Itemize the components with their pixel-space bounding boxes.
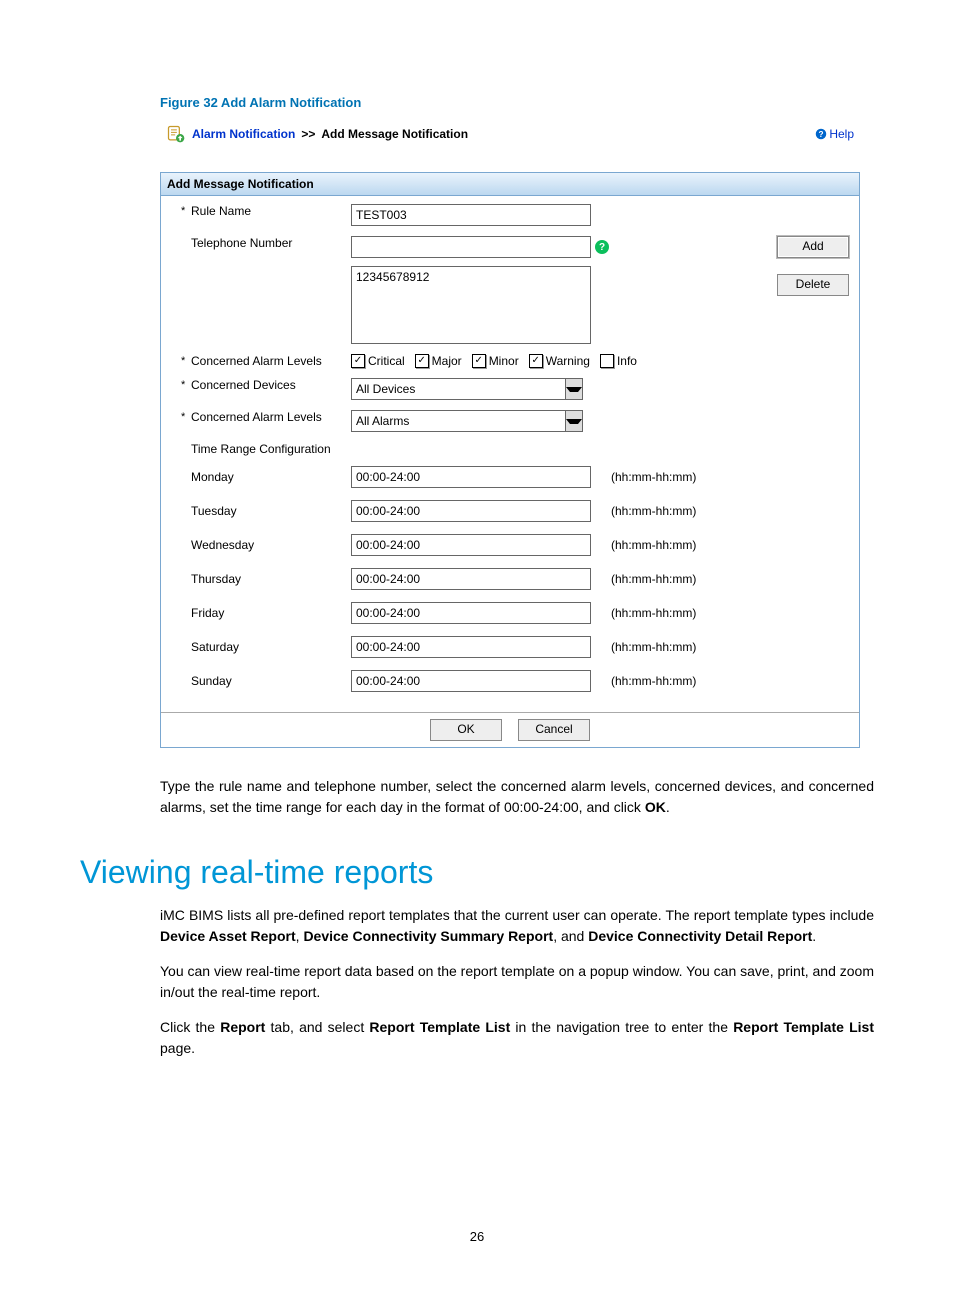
cancel-button[interactable]: Cancel (518, 719, 590, 741)
time-input[interactable] (351, 568, 591, 590)
time-row: Thursday (hh:mm-hh:mm) (171, 568, 849, 590)
time-format-hint: (hh:mm-hh:mm) (611, 606, 696, 620)
rule-name-input[interactable] (351, 204, 591, 226)
alarm-level-option[interactable]: ✓Critical (351, 354, 405, 368)
alarms-value: All Alarms (352, 414, 565, 428)
breadcrumb-separator: >> (301, 127, 315, 141)
day-label: Saturday (191, 640, 239, 654)
alarm-level-label: Critical (368, 354, 405, 368)
day-label: Tuesday (191, 504, 237, 518)
telephone-listbox[interactable]: 12345678912 (351, 266, 591, 344)
page-number: 26 (80, 1229, 874, 1244)
time-format-hint: (hh:mm-hh:mm) (611, 504, 696, 518)
time-format-hint: (hh:mm-hh:mm) (611, 674, 696, 688)
time-input[interactable] (351, 534, 591, 556)
checkbox-icon[interactable]: ✓ (529, 354, 543, 368)
checkbox-icon[interactable] (600, 354, 614, 368)
time-format-hint: (hh:mm-hh:mm) (611, 538, 696, 552)
alarms-select[interactable]: All Alarms (351, 410, 583, 432)
telephone-input[interactable] (351, 236, 591, 258)
ok-button[interactable]: OK (430, 719, 502, 741)
devices-select[interactable]: All Devices (351, 378, 583, 400)
section-heading: Viewing real-time reports (80, 854, 874, 891)
telephone-list-item[interactable]: 12345678912 (356, 270, 586, 284)
time-format-hint: (hh:mm-hh:mm) (611, 572, 696, 586)
alarm-levels-label: Concerned Alarm Levels (191, 354, 322, 368)
screenshot-panel: Alarm Notification >> Add Message Notifi… (160, 120, 860, 748)
day-label: Thursday (191, 572, 241, 586)
time-range-label: Time Range Configuration (191, 442, 331, 456)
time-row: Monday (hh:mm-hh:mm) (171, 466, 849, 488)
day-label: Friday (191, 606, 224, 620)
alarm-level-option[interactable]: ✓Warning (529, 354, 590, 368)
time-input[interactable] (351, 500, 591, 522)
alarms-label: Concerned Alarm Levels (191, 410, 322, 424)
chevron-down-icon (565, 379, 582, 399)
time-input[interactable] (351, 602, 591, 624)
devices-value: All Devices (352, 382, 565, 396)
checkbox-icon[interactable]: ✓ (415, 354, 429, 368)
add-button[interactable]: Add (777, 236, 849, 258)
help-link[interactable]: ? Help (815, 127, 854, 141)
time-row: Friday (hh:mm-hh:mm) (171, 602, 849, 624)
delete-button[interactable]: Delete (777, 274, 849, 296)
alarm-level-option[interactable]: ✓Minor (472, 354, 519, 368)
breadcrumb-link[interactable]: Alarm Notification (192, 127, 295, 141)
alarm-level-label: Warning (546, 354, 590, 368)
time-format-hint: (hh:mm-hh:mm) (611, 640, 696, 654)
alarm-levels-group: ✓Critical✓Major✓Minor✓WarningInfo (351, 354, 637, 368)
panel-title: Add Message Notification (161, 173, 859, 196)
day-label: Wednesday (191, 538, 254, 552)
alarm-level-option[interactable]: ✓Major (415, 354, 462, 368)
time-input[interactable] (351, 670, 591, 692)
devices-label: Concerned Devices (191, 378, 296, 392)
alarm-level-label: Info (617, 354, 637, 368)
figure-caption: Figure 32 Add Alarm Notification (160, 95, 874, 110)
help-icon[interactable]: ? (595, 240, 609, 254)
paragraph-instruction: Type the rule name and telephone number,… (160, 776, 874, 818)
paragraph: You can view real-time report data based… (160, 961, 874, 1003)
time-input[interactable] (351, 466, 591, 488)
day-label: Sunday (191, 674, 232, 688)
help-label: Help (829, 127, 854, 141)
alarm-level-label: Major (432, 354, 462, 368)
time-row: Sunday (hh:mm-hh:mm) (171, 670, 849, 692)
time-row: Saturday (hh:mm-hh:mm) (171, 636, 849, 658)
time-format-hint: (hh:mm-hh:mm) (611, 470, 696, 484)
checkbox-icon[interactable]: ✓ (351, 354, 365, 368)
chevron-down-icon (565, 411, 582, 431)
paragraph: iMC BIMS lists all pre-defined report te… (160, 905, 874, 947)
rule-name-label: Rule Name (191, 204, 251, 218)
day-label: Monday (191, 470, 234, 484)
time-input[interactable] (351, 636, 591, 658)
telephone-label: Telephone Number (191, 236, 292, 250)
time-row: Wednesday (hh:mm-hh:mm) (171, 534, 849, 556)
page-icon (166, 124, 186, 144)
checkbox-icon[interactable]: ✓ (472, 354, 486, 368)
breadcrumb-current: Add Message Notification (321, 127, 468, 141)
svg-text:?: ? (819, 130, 824, 139)
breadcrumb-bar: Alarm Notification >> Add Message Notifi… (160, 120, 860, 148)
alarm-level-label: Minor (489, 354, 519, 368)
alarm-level-option[interactable]: Info (600, 354, 637, 368)
paragraph: Click the Report tab, and select Report … (160, 1017, 874, 1059)
time-row: Tuesday (hh:mm-hh:mm) (171, 500, 849, 522)
